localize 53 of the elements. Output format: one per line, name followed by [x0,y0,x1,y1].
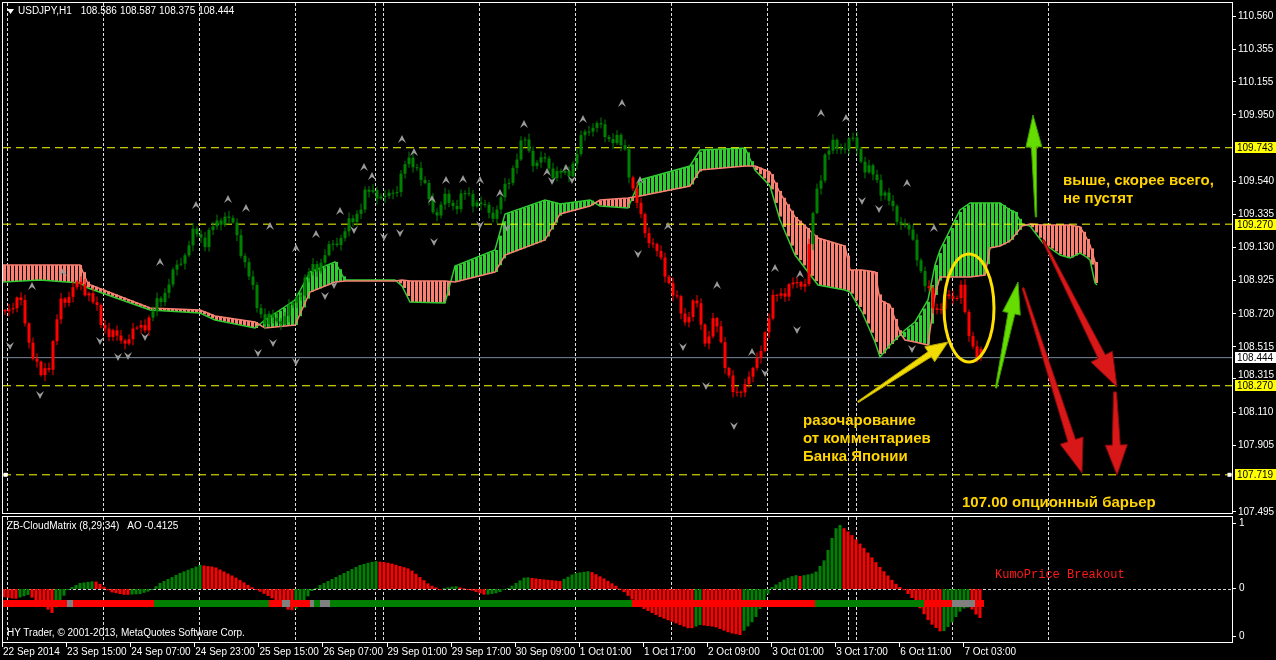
price-level-label: 107.719 [1235,469,1276,481]
time-tick-label: 26 Sep 07:00 [322,645,384,658]
symbol-label: USDJPY,H1 [18,5,72,17]
price-tick-label: 107.905 [1238,439,1275,451]
price-tick-label: 109.540 [1238,175,1275,186]
price-tick-label: 110.355 [1238,43,1274,55]
quote-value: 108.444 [198,5,235,17]
quote-value: 108.587 [119,5,157,17]
price-tick-label: 108.110 [1238,406,1274,418]
selection-handle-icon[interactable] [3,472,8,477]
price-tick-label: 107.495 [1238,505,1275,517]
time-tick-label: 29 Sep 01:00 [386,645,449,658]
price-tick-label: 109.130 [1238,241,1275,253]
quote-value: 108.586 [80,5,117,17]
price-level-label: 108.270 [1235,380,1276,392]
price-tick-label: 109.950 [1238,108,1275,120]
time-tick-label: 29 Sep 17:00 [450,645,513,658]
signal-text: KumoPrice Breakout [995,568,1125,582]
price-tick-label: 108.925 [1238,274,1275,286]
time-tick-label: 2 Oct 09:00 [707,645,761,658]
copyright-text: HY Trader, © 2001-2013, MetaQuotes Software Corp. [7,627,245,639]
price-tick-label: 108.515 [1238,340,1275,352]
time-tick-label: 24 Sep 07:00 [130,645,192,658]
price-level-label: 109.743 [1235,142,1276,154]
time-tick-label: 6 Oct 11:00 [899,645,953,658]
time-tick-label: 1 Oct 01:00 [578,645,633,658]
price-tick-label: 108.315 [1238,369,1275,381]
scale-label: 1 [1239,517,1245,529]
annotation-text: разочарование от комментариев Банка Японии [803,411,931,465]
price-level-label: 109.270 [1235,218,1276,230]
price-tick-label: 110.155 [1238,75,1274,87]
indicator-title: ZB-CloudMatrix (8,29,34) [7,520,120,532]
time-tick-label: 1 Oct 17:00 [642,645,697,658]
time-tick-label: 23 Sep 15:00 [66,645,128,658]
indicator-reading: AO -0.4125 [127,520,179,532]
time-tick-label: 22 Sep 2014 [2,645,61,658]
selection-handle-icon[interactable] [1227,472,1232,477]
scale-label: 0 [1239,582,1245,594]
time-tick-label: 24 Sep 23:00 [194,645,256,658]
annotation-text: выше, скорее всего, не пустят [1063,171,1214,207]
price-tick-label: 108.720 [1238,307,1275,319]
time-tick-label: 3 Oct 17:00 [835,645,889,658]
quote-value: 108.375 [159,5,196,17]
annotation-text: 107.00 опционный барьер [962,493,1156,511]
time-tick-label: 30 Sep 09:00 [514,645,577,658]
triangle-down-icon[interactable] [7,8,14,14]
scale-label: 0 [1239,630,1245,642]
price-tick-label: 109.335 [1238,207,1275,219]
time-tick-label: 25 Sep 15:00 [258,645,320,658]
time-tick-label: 3 Oct 01:00 [771,645,825,658]
bid-price-label: 108.444 [1235,352,1276,364]
time-tick-label: 7 Oct 03:00 [963,645,1018,658]
price-tick-label: 110.560 [1238,10,1274,22]
